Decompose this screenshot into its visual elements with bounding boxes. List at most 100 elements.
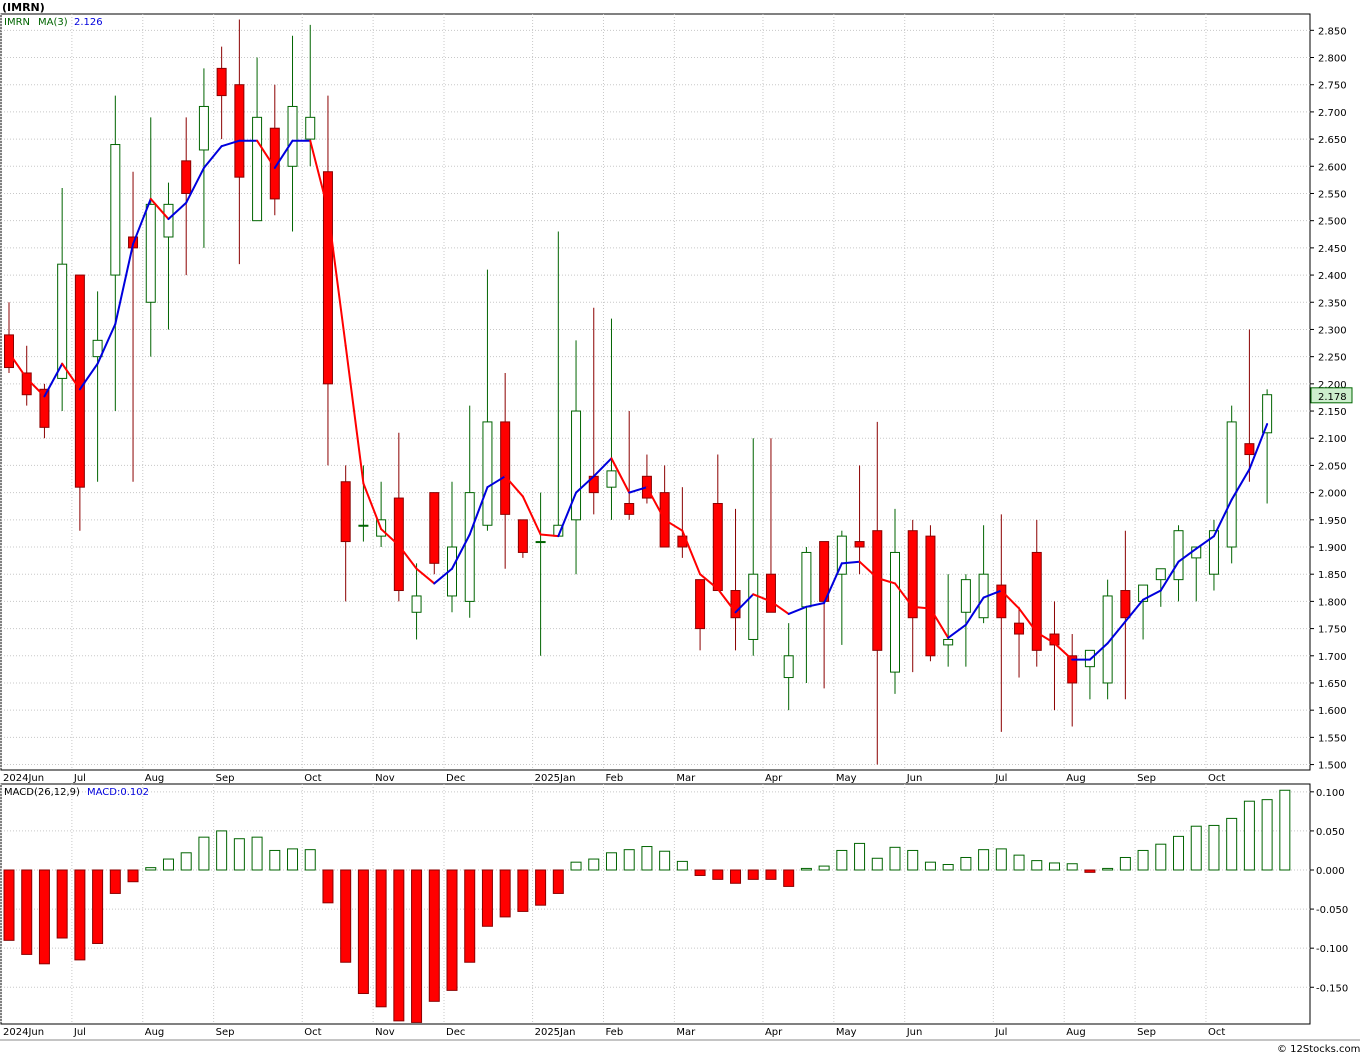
macd-bar: [712, 869, 724, 880]
macd-bar: [854, 842, 866, 871]
macd-bar: [765, 869, 777, 880]
macd-bar: [180, 852, 192, 871]
macd-month-label: May: [836, 1027, 857, 1038]
price-tick-label: 2.750: [1318, 81, 1347, 92]
price-month-label: 2025Jan: [535, 773, 576, 784]
macd-bar: [322, 869, 334, 904]
price-tick-label: 2.250: [1318, 353, 1347, 364]
price-month-label: Sep: [216, 773, 235, 784]
stock-chart: 1.500 1.550 1.600 1.650 1.700 1.750 1.800 1.850…: [0, 0, 1360, 1056]
macd-bar: [1048, 862, 1060, 871]
candle-body: [500, 421, 511, 515]
candle-body: [960, 579, 971, 613]
macd-bar: [1261, 799, 1273, 871]
macd-bar: [747, 869, 759, 880]
candle-body: [74, 274, 85, 488]
candle-body: [340, 481, 351, 543]
macd-bar: [1013, 854, 1025, 871]
candle-body: [571, 410, 582, 521]
price-tick-label: 1.850: [1318, 570, 1347, 581]
macd-bar: [995, 848, 1007, 871]
macd-bar: [411, 869, 423, 1023]
macd-month-label: Apr: [765, 1027, 783, 1038]
legend-ma-label: MA(3): [38, 17, 68, 28]
macd-bar: [694, 869, 706, 876]
macd-bar: [800, 867, 812, 871]
candle-body: [252, 116, 263, 222]
candle-body: [765, 573, 776, 613]
macd-bar: [145, 867, 157, 871]
candle-body: [1155, 568, 1166, 581]
macd-bar: [535, 869, 547, 906]
macd-bar: [56, 869, 68, 939]
macd-bar: [1084, 869, 1096, 873]
macd-month-label: Oct: [1208, 1027, 1225, 1038]
macd-bar: [251, 836, 263, 871]
macd-bar: [198, 836, 210, 871]
footer-copyright: © 12Stocks.com: [1277, 1044, 1360, 1055]
macd-bar: [287, 848, 299, 871]
macd-bar: [428, 869, 440, 1002]
macd-bar: [340, 869, 352, 963]
candle-body: [482, 421, 493, 526]
price-tick-label: 1.900: [1318, 543, 1347, 554]
macd-month-label: Oct: [304, 1027, 321, 1038]
candle-body: [624, 502, 635, 515]
macd-bar: [393, 869, 405, 1022]
candle-body: [181, 160, 192, 194]
candle-body: [730, 590, 741, 619]
price-tick-label: 2.000: [1318, 489, 1347, 500]
macd-bar: [676, 860, 688, 871]
macd-bar: [375, 869, 387, 1008]
macd-month-label: Aug: [1066, 1027, 1086, 1038]
macd-bar: [1137, 849, 1149, 871]
price-tick-label: 1.950: [1318, 516, 1347, 527]
price-month-label: Apr: [765, 773, 783, 784]
candle-body: [1014, 622, 1025, 635]
candle-body: [801, 551, 812, 608]
legend-ticker: IMRN: [4, 17, 30, 28]
macd-bar: [499, 869, 511, 918]
candle-body: [535, 541, 546, 544]
price-tick-label: 2.300: [1318, 325, 1347, 336]
macd-bar: [871, 857, 883, 871]
candle-body: [907, 530, 918, 619]
price-tick-label: 2.350: [1318, 298, 1347, 309]
price-tick-label: 2.550: [1318, 189, 1347, 200]
price-month-label: Nov: [375, 773, 395, 784]
macd-bar: [730, 869, 742, 884]
macd-bar: [21, 869, 33, 955]
candle-body: [748, 573, 759, 640]
macd-tick-label: 0.100: [1316, 788, 1345, 799]
macd-month-label: Sep: [1137, 1027, 1156, 1038]
macd-bar: [889, 846, 901, 871]
macd-month-label: Aug: [145, 1027, 165, 1038]
macd-bar: [92, 869, 104, 944]
candle-body: [1226, 421, 1237, 548]
macd-bar: [1190, 825, 1202, 871]
candle-body: [943, 638, 954, 646]
candle-body: [198, 105, 209, 151]
candle-body: [287, 105, 298, 167]
price-tick-label: 1.650: [1318, 679, 1347, 690]
macd-bar: [162, 858, 174, 871]
macd-month-label: Sep: [216, 1027, 235, 1038]
macd-tick-label: 0.050: [1316, 827, 1345, 838]
macd-bar: [1208, 824, 1220, 871]
price-tick-label: 1.550: [1318, 733, 1347, 744]
macd-bar: [641, 846, 653, 871]
candle-body: [411, 595, 422, 613]
macd-legend-title: MACD(26,12,9): [4, 787, 80, 798]
macd-bar: [960, 856, 972, 871]
price-tick-label: 2.700: [1318, 108, 1347, 119]
candle-body: [606, 470, 617, 488]
price-month-label: Jul: [73, 773, 86, 784]
macd-bar: [1119, 856, 1131, 871]
candle-body: [890, 551, 900, 673]
price-tick-label: 2.600: [1318, 162, 1347, 173]
price-month-label: Jun: [906, 773, 923, 784]
candle-body: [21, 372, 32, 396]
macd-month-label: Dec: [446, 1027, 465, 1038]
macd-bar: [818, 865, 830, 871]
macd-bar: [216, 830, 228, 871]
